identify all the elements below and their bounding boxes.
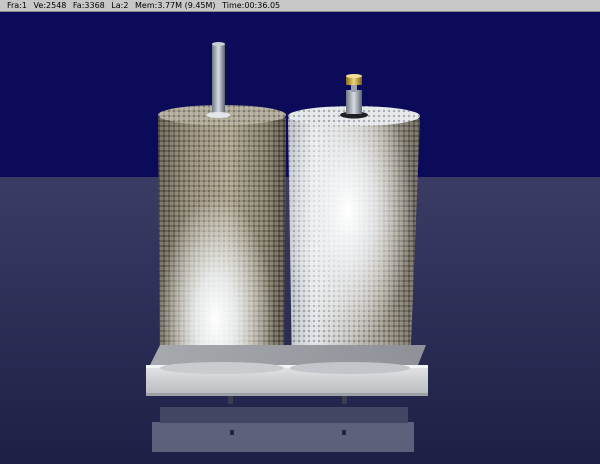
status-time: Time:00:36.05 (222, 1, 281, 10)
status-memory: Mem:3.77M (9.45M) (135, 1, 216, 10)
right-canister (288, 106, 420, 380)
left-canister (158, 105, 286, 380)
render-window: Fra:1 Ve:2548 Fa:3368 La:2 Mem:3.77M (9.… (0, 0, 600, 464)
status-faces: Fa:3368 (72, 1, 105, 10)
render-status-bar: Fra:1 Ve:2548 Fa:3368 La:2 Mem:3.77M (9.… (0, 0, 600, 12)
render-viewport (0, 12, 600, 464)
status-vertices: Ve:2548 (33, 1, 67, 10)
base-plate (146, 345, 428, 396)
base-plate-reflection (152, 407, 414, 452)
status-frame: Fra:1 (7, 1, 27, 10)
status-lamps: La:2 (111, 1, 129, 10)
rendered-scene (0, 12, 600, 464)
